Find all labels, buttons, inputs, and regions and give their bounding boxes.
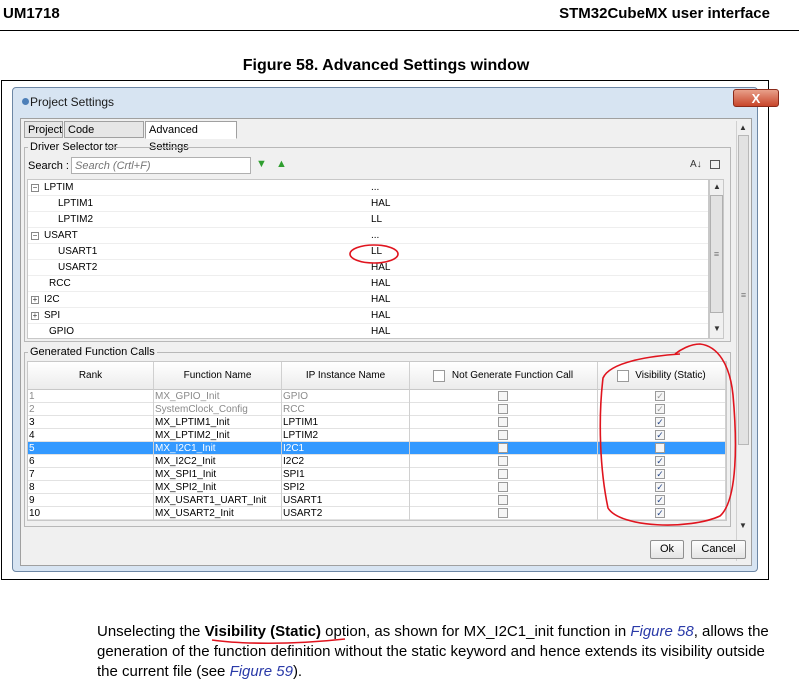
paragraph-emphasis: Visibility (Static) xyxy=(204,623,321,640)
annotation-overlay xyxy=(211,244,737,645)
paragraph-text: Unselecting the xyxy=(97,623,205,640)
paragraph-text: option, as shown for MX_I2C1_init functi… xyxy=(321,623,631,640)
explanation-paragraph: Unselecting the Visibility (Static) opti… xyxy=(97,622,777,682)
annotation-circle-ll xyxy=(349,244,399,264)
figure-58-link[interactable]: Figure 58 xyxy=(630,623,693,640)
annotation-circle-visibility xyxy=(599,343,737,526)
figure-59-link[interactable]: Figure 59 xyxy=(230,663,293,680)
paragraph-text: ). xyxy=(292,663,303,680)
